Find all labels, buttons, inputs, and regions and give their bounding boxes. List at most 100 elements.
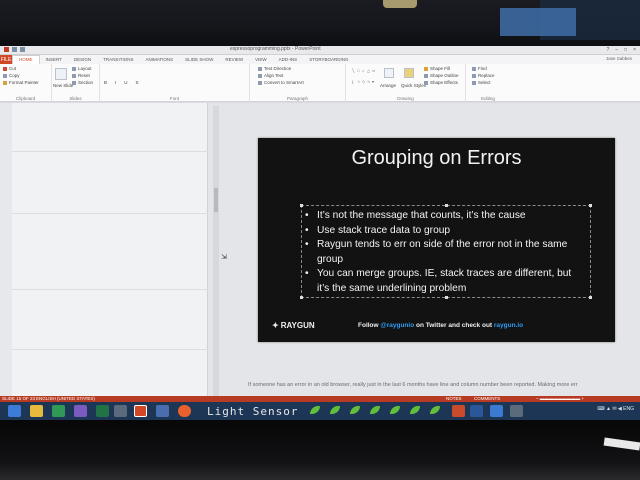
tab-view[interactable]: VIEW — [249, 57, 273, 62]
leaf-icon — [330, 406, 340, 414]
brace-shape-icon[interactable]: { — [352, 79, 356, 89]
redo-icon[interactable] — [20, 47, 25, 52]
tab-insert[interactable]: INSERT — [40, 57, 68, 62]
window-title: espressoprogramming.pptx - PowerPoint — [230, 46, 321, 52]
close-button[interactable]: × — [633, 47, 636, 53]
align-text-button[interactable]: Align Text — [258, 73, 283, 78]
shape-fill-label: Shape Fill — [430, 66, 451, 71]
system-tray[interactable]: ⌨ ▲ ✉ ◀ ENG — [597, 406, 634, 412]
resize-handle[interactable] — [445, 296, 448, 299]
powerpoint-icon[interactable] — [134, 405, 147, 417]
undo-icon[interactable] — [12, 47, 17, 52]
pane-divider — [12, 213, 208, 214]
line-shape-icon[interactable]: ╲ — [352, 68, 356, 78]
tab-add-ins[interactable]: ADD-INS — [273, 57, 304, 62]
scrollbar-thumb[interactable] — [214, 188, 218, 212]
text-direction-button[interactable]: Text Direction — [258, 66, 291, 71]
format-painter-button[interactable]: Format Painter — [3, 80, 39, 85]
store-icon[interactable] — [52, 405, 65, 417]
excel-icon[interactable] — [96, 405, 109, 417]
drawing-group: ╲ □ ○ △ ⇨ {☆ ◇ ∿ ▾ Arrange Quick Styles Shape F… — [346, 64, 466, 102]
shape-outline-button[interactable]: Shape Outline — [424, 73, 459, 78]
resize-handle[interactable] — [589, 204, 592, 207]
pane-divider — [12, 151, 208, 152]
cut-button[interactable]: Cut — [3, 66, 16, 71]
triangle-shape-icon[interactable]: △ — [367, 68, 371, 78]
clipboard-group-label: Clipboard — [15, 96, 36, 101]
tab-review[interactable]: REVIEW — [219, 57, 249, 62]
more-shapes-icon[interactable]: ▾ — [372, 79, 376, 89]
file-explorer-icon[interactable] — [30, 405, 43, 417]
reset-button[interactable]: Reset — [72, 73, 90, 78]
shape-outline-icon — [424, 73, 428, 78]
start-icon[interactable] — [8, 405, 21, 417]
cut-icon — [3, 66, 7, 71]
editing-group: Find Replace Select Editing — [466, 64, 510, 102]
app-icon[interactable] — [114, 405, 127, 417]
layout-button[interactable]: Layout — [72, 66, 92, 71]
find-button[interactable]: Find — [472, 66, 487, 71]
oval-shape-icon[interactable]: ○ — [362, 68, 366, 78]
tab-slide-show[interactable]: SLIDE SHOW — [179, 57, 219, 62]
new-slide-button[interactable]: New Slide — [53, 83, 73, 88]
minimize-button[interactable]: – — [615, 47, 618, 53]
bullet-item: You can merge groups. IE, stack traces a… — [305, 267, 584, 296]
app-icon[interactable] — [74, 405, 87, 417]
user-name[interactable]: Jase Sabbes — [606, 56, 632, 61]
help-button[interactable]: ? — [606, 47, 609, 53]
input-language[interactable]: ENG — [623, 406, 634, 412]
word-icon[interactable] — [470, 405, 483, 417]
slide-thumbnail-pane[interactable] — [0, 103, 12, 399]
resize-handle[interactable] — [589, 296, 592, 299]
app-icon[interactable] — [490, 405, 503, 417]
current-slide[interactable]: Grouping on Errors It’s not the message … — [258, 138, 615, 342]
save-icon[interactable] — [4, 47, 9, 52]
new-slide-icon[interactable] — [55, 68, 67, 80]
section-button[interactable]: Section — [72, 80, 93, 85]
italic-button[interactable]: I — [115, 80, 116, 85]
arrange-button[interactable]: Arrange — [380, 83, 396, 88]
shape-fill-button[interactable]: Shape Fill — [424, 66, 450, 71]
arrange-icon[interactable] — [384, 68, 394, 78]
rect-shape-icon[interactable]: □ — [357, 68, 361, 78]
bullet-textbox[interactable]: It’s not the message that counts, it’s t… — [300, 204, 592, 299]
tab-home[interactable]: HOME — [12, 55, 40, 64]
quick-styles-icon[interactable] — [404, 68, 414, 78]
resize-handle[interactable] — [300, 204, 303, 207]
copy-button[interactable]: Copy — [3, 73, 20, 78]
app-icon[interactable] — [510, 405, 523, 417]
tab-storyboarding[interactable]: STORYBOARDING — [303, 57, 354, 62]
smartart-button[interactable]: Convert to SmartArt — [258, 80, 304, 85]
clipboard-group: Cut Copy Format Painter Clipboard — [0, 64, 52, 102]
left-pane[interactable] — [12, 103, 208, 399]
app-icon[interactable] — [156, 405, 169, 417]
firefox-icon[interactable] — [178, 405, 191, 417]
slide-title[interactable]: Grouping on Errors — [258, 147, 615, 170]
resize-handle[interactable] — [300, 296, 303, 299]
arrow-shape-icon[interactable]: ⇨ — [372, 68, 376, 78]
callout-shape-icon[interactable]: ◇ — [362, 79, 366, 89]
tab-transitions[interactable]: TRANSITIONS — [97, 57, 139, 62]
tab-animations[interactable]: ANIMATIONS — [139, 57, 179, 62]
app-icon[interactable] — [452, 405, 465, 417]
shapes-gallery[interactable]: ╲ □ ○ △ ⇨ {☆ ◇ ∿ ▾ — [352, 68, 380, 88]
star-shape-icon[interactable]: ☆ — [357, 79, 361, 89]
shape-effects-label: Shape Effects — [430, 80, 458, 85]
curve-shape-icon[interactable]: ∿ — [367, 79, 371, 89]
section-label: Section — [78, 80, 94, 85]
copy-label: Copy — [9, 73, 20, 78]
bullet-list: It’s not the message that counts, it’s t… — [302, 206, 590, 296]
maximize-button[interactable]: □ — [624, 47, 627, 53]
tab-file[interactable]: FILE — [0, 55, 12, 64]
resize-handle[interactable] — [445, 204, 448, 207]
select-button[interactable]: Select — [472, 80, 491, 85]
replace-button[interactable]: Replace — [472, 73, 495, 78]
shape-effects-button[interactable]: Shape Effects — [424, 80, 458, 85]
quick-styles-button[interactable]: Quick Styles — [401, 83, 426, 88]
vertical-scrollbar[interactable] — [213, 106, 219, 396]
tab-design[interactable]: DESIGN — [68, 57, 97, 62]
underline-button[interactable]: U — [124, 80, 127, 85]
speaker-notes[interactable]: If someone has an error in an old browse… — [248, 382, 578, 388]
bold-button[interactable]: B — [104, 80, 107, 85]
strikethrough-button[interactable]: S — [136, 80, 139, 85]
